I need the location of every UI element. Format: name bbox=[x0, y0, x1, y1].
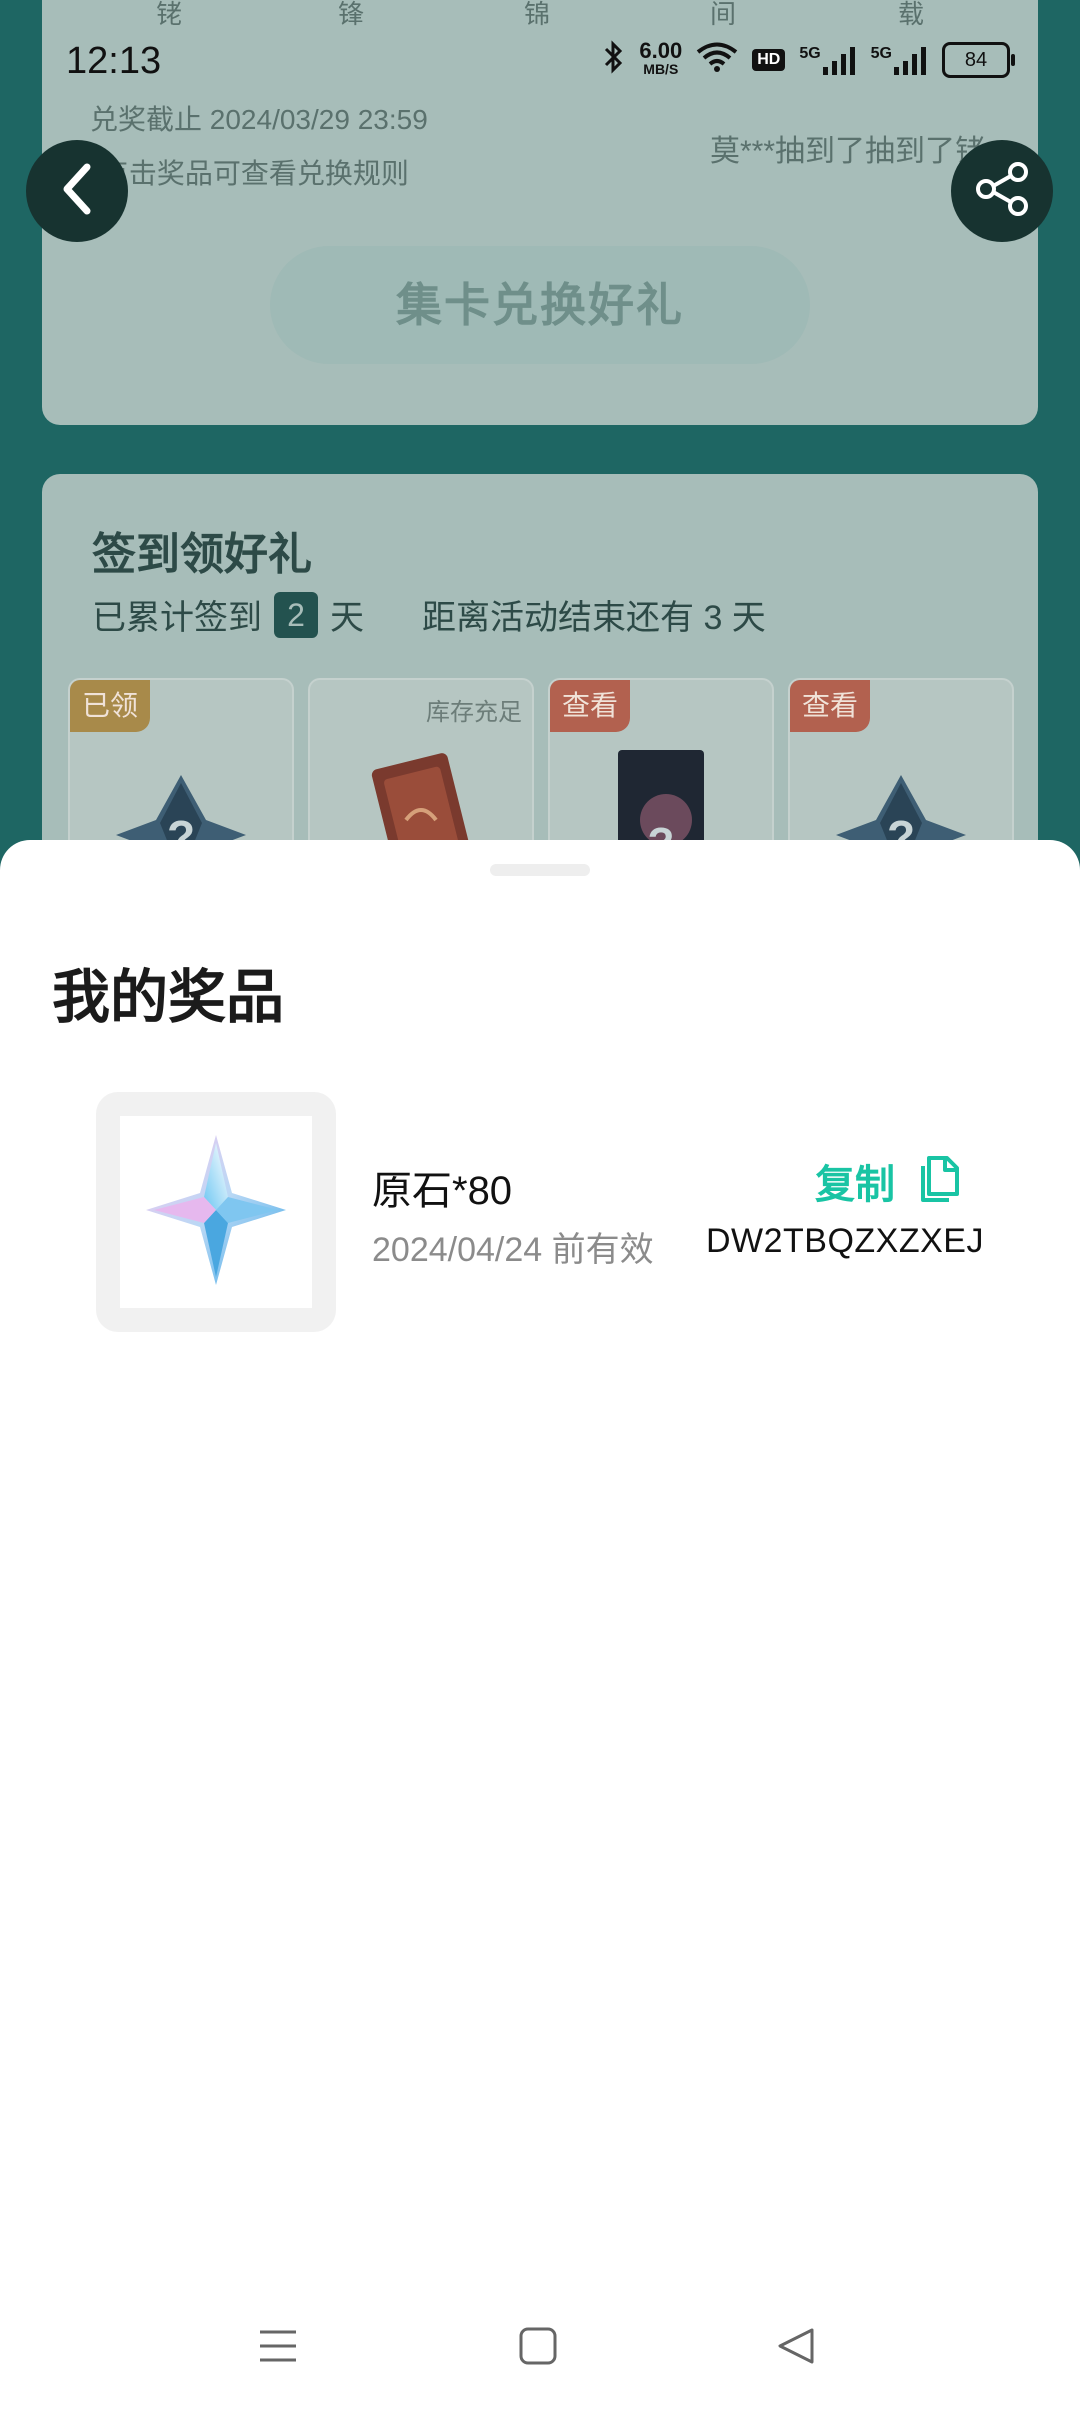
background-page: 铑 锋 锦 间 载 兑奖截止 2024/03/29 23:59 *点击奖品可查看… bbox=[0, 0, 1080, 994]
view-badge: 查看 bbox=[790, 680, 871, 732]
claimed-badge: 已领 bbox=[70, 680, 151, 732]
net-speed: 6.00 MB/S bbox=[639, 37, 683, 78]
wifi-icon bbox=[696, 41, 738, 78]
status-icons: 6.00 MB/S HD 5G 5G 84 bbox=[603, 37, 1015, 79]
menu-icon bbox=[258, 2330, 298, 2370]
home-nav-button[interactable] bbox=[518, 2326, 558, 2371]
prize-name: 原石*80 bbox=[372, 1169, 513, 1213]
back-nav-button[interactable] bbox=[776, 2326, 816, 2371]
prize-thumbnail-inner bbox=[120, 1116, 312, 1308]
signal-label: 5G bbox=[799, 44, 821, 62]
menu-nav-button[interactable] bbox=[258, 2326, 298, 2371]
signin-remaining: 距离活动结束还有 3 天 bbox=[422, 599, 766, 637]
status-time: 12:13 bbox=[66, 40, 162, 82]
prize-code: DW2TBQZXZXEJ bbox=[705, 1222, 984, 1260]
prize-thumbnail bbox=[96, 1092, 336, 1332]
signal-label: 5G bbox=[870, 44, 892, 62]
signin-progress: 已累计签到 2 天 距离活动结束还有 3 天 bbox=[92, 590, 766, 639]
status-bar: 12:13 6.00 MB/S HD 5G 5G 84 bbox=[0, 0, 1080, 100]
signin-title: 签到领好礼 bbox=[92, 530, 312, 579]
primogem-icon bbox=[146, 1134, 286, 1290]
view-badge: 查看 bbox=[550, 680, 631, 732]
square-home-icon bbox=[518, 2327, 558, 2370]
copy-label[interactable]: 复制 bbox=[815, 1152, 895, 1210]
sheet-drag-handle[interactable] bbox=[490, 864, 590, 876]
net-speed-value: 6.00 bbox=[639, 37, 683, 63]
copy-code-button[interactable]: 复制 bbox=[815, 1152, 961, 1210]
signal-5g-icon: 5G bbox=[799, 45, 856, 75]
signin-day-unit: 天 bbox=[330, 599, 364, 637]
share-icon bbox=[972, 159, 1032, 224]
battery-icon: 84 bbox=[942, 41, 1015, 78]
copy-icon[interactable] bbox=[915, 1154, 961, 1209]
system-nav-bar bbox=[0, 2290, 1080, 2400]
redeem-hint: *点击奖品可查看兑换规则 bbox=[90, 158, 409, 189]
chevron-left-icon bbox=[57, 161, 97, 222]
bluetooth-icon bbox=[603, 40, 625, 79]
signin-day-count: 2 bbox=[274, 591, 318, 638]
share-button[interactable] bbox=[951, 140, 1053, 242]
triangle-back-icon bbox=[776, 2328, 816, 2370]
signin-prefix: 已累计签到 bbox=[92, 599, 262, 637]
card-redeem-button[interactable]: 集卡兑换好礼 bbox=[270, 246, 810, 364]
stock-tag: 库存充足 bbox=[426, 699, 522, 726]
sheet-title: 我的奖品 bbox=[52, 965, 285, 1030]
net-speed-unit: MB/S bbox=[643, 60, 679, 77]
back-button[interactable] bbox=[26, 140, 128, 242]
winner-marquee: 莫***抽到了抽到了铑 bbox=[710, 135, 986, 168]
hd-voice-icon: HD bbox=[752, 48, 786, 71]
signal-5g-icon: 5G bbox=[871, 45, 928, 75]
my-prizes-sheet: 我的奖品 原石*80 2024/04/24 前有效 复制 DW2TBQZXZXE… bbox=[0, 840, 1080, 2412]
redeem-deadline: 兑奖截止 2024/03/29 23:59 bbox=[90, 104, 428, 135]
prize-expiry: 2024/04/24 前有效 bbox=[372, 1231, 654, 1269]
